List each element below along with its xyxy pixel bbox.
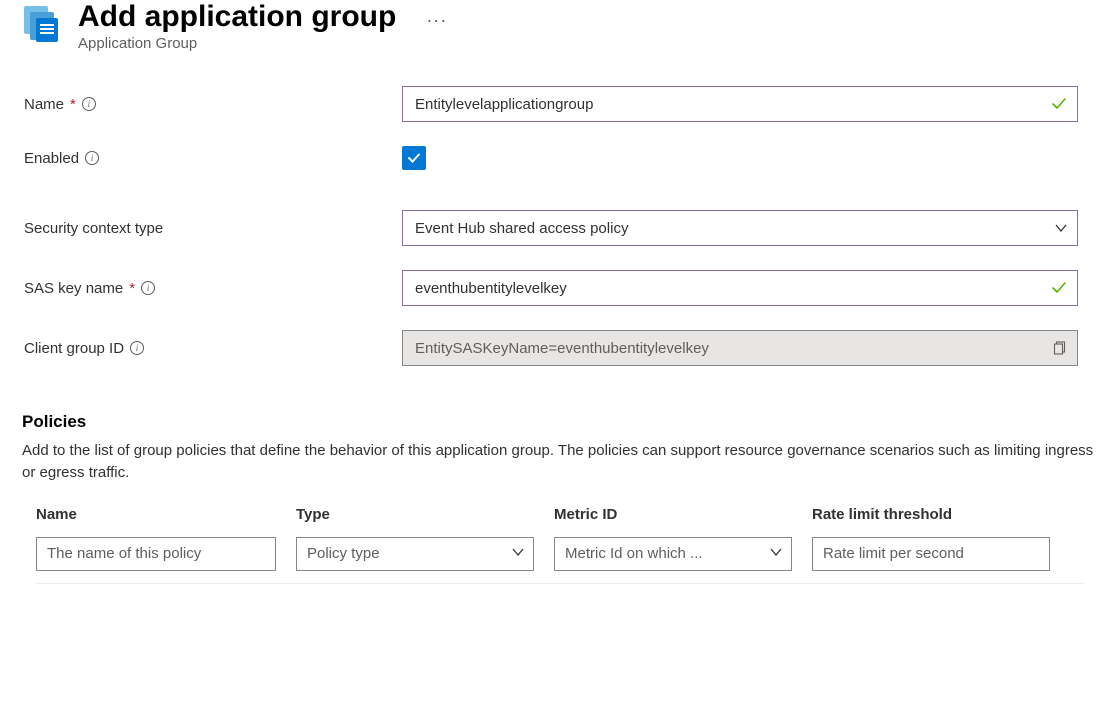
enabled-row: Enabled i [24, 146, 1094, 170]
valid-check-icon [1050, 95, 1068, 113]
security-context-row: Security context type Event Hub shared a… [24, 210, 1094, 246]
required-mark: * [70, 96, 76, 113]
required-mark: * [129, 280, 135, 297]
name-label: Name [24, 96, 64, 113]
client-group-id-value: EntitySASKeyName=eventhubentitylevelkey [415, 340, 709, 357]
name-input[interactable] [402, 86, 1078, 122]
policy-columns-header: Name Type Metric ID Rate limit threshold [22, 506, 1094, 523]
col-metric-id: Metric ID [554, 506, 792, 523]
chevron-down-icon [769, 545, 783, 563]
policy-metric-id-select[interactable]: Metric Id on which ... [554, 537, 792, 571]
policy-rate-limit-placeholder: Rate limit per second [823, 545, 964, 562]
client-group-id-field: EntitySASKeyName=eventhubentitylevelkey [402, 330, 1078, 366]
policy-metric-id-placeholder: Metric Id on which ... [565, 545, 703, 562]
policy-row-divider [36, 583, 1084, 584]
copy-icon[interactable] [1053, 341, 1068, 356]
enabled-label: Enabled [24, 150, 79, 167]
chevron-down-icon [1054, 221, 1068, 235]
policy-rate-limit-input[interactable]: Rate limit per second [812, 537, 1050, 571]
security-context-value: Event Hub shared access policy [415, 220, 628, 237]
policies-heading: Policies [22, 412, 1094, 432]
col-rate-limit-threshold: Rate limit threshold [812, 506, 1050, 523]
info-icon[interactable]: i [130, 341, 144, 355]
security-context-label: Security context type [24, 220, 163, 237]
col-type: Type [296, 506, 534, 523]
info-icon[interactable]: i [85, 151, 99, 165]
page-title: Add application group [78, 0, 396, 33]
info-icon[interactable]: i [141, 281, 155, 295]
client-group-id-row: Client group ID i EntitySASKeyName=event… [24, 330, 1094, 366]
enabled-checkbox[interactable] [402, 146, 426, 170]
sas-key-input[interactable] [402, 270, 1078, 306]
policy-input-row: The name of this policy Policy type Metr… [22, 537, 1094, 571]
policy-name-input[interactable]: The name of this policy [36, 537, 276, 571]
valid-check-icon [1050, 279, 1068, 297]
name-row: Name * i [24, 86, 1094, 122]
app-group-icon [22, 4, 62, 47]
more-actions-button[interactable]: ··· [426, 10, 447, 31]
col-name: Name [36, 506, 276, 523]
policy-type-placeholder: Policy type [307, 545, 380, 562]
client-group-id-label: Client group ID [24, 340, 124, 357]
security-context-select[interactable]: Event Hub shared access policy [402, 210, 1078, 246]
policies-description: Add to the list of group policies that d… [22, 440, 1094, 484]
policy-name-placeholder: The name of this policy [47, 545, 201, 562]
chevron-down-icon [511, 545, 525, 563]
sas-key-row: SAS key name * i [24, 270, 1094, 306]
sas-key-label: SAS key name [24, 280, 123, 297]
info-icon[interactable]: i [82, 97, 96, 111]
policy-type-select[interactable]: Policy type [296, 537, 534, 571]
page-header: Add application group Application Group … [22, 0, 1094, 52]
page-subtitle: Application Group [78, 35, 396, 52]
